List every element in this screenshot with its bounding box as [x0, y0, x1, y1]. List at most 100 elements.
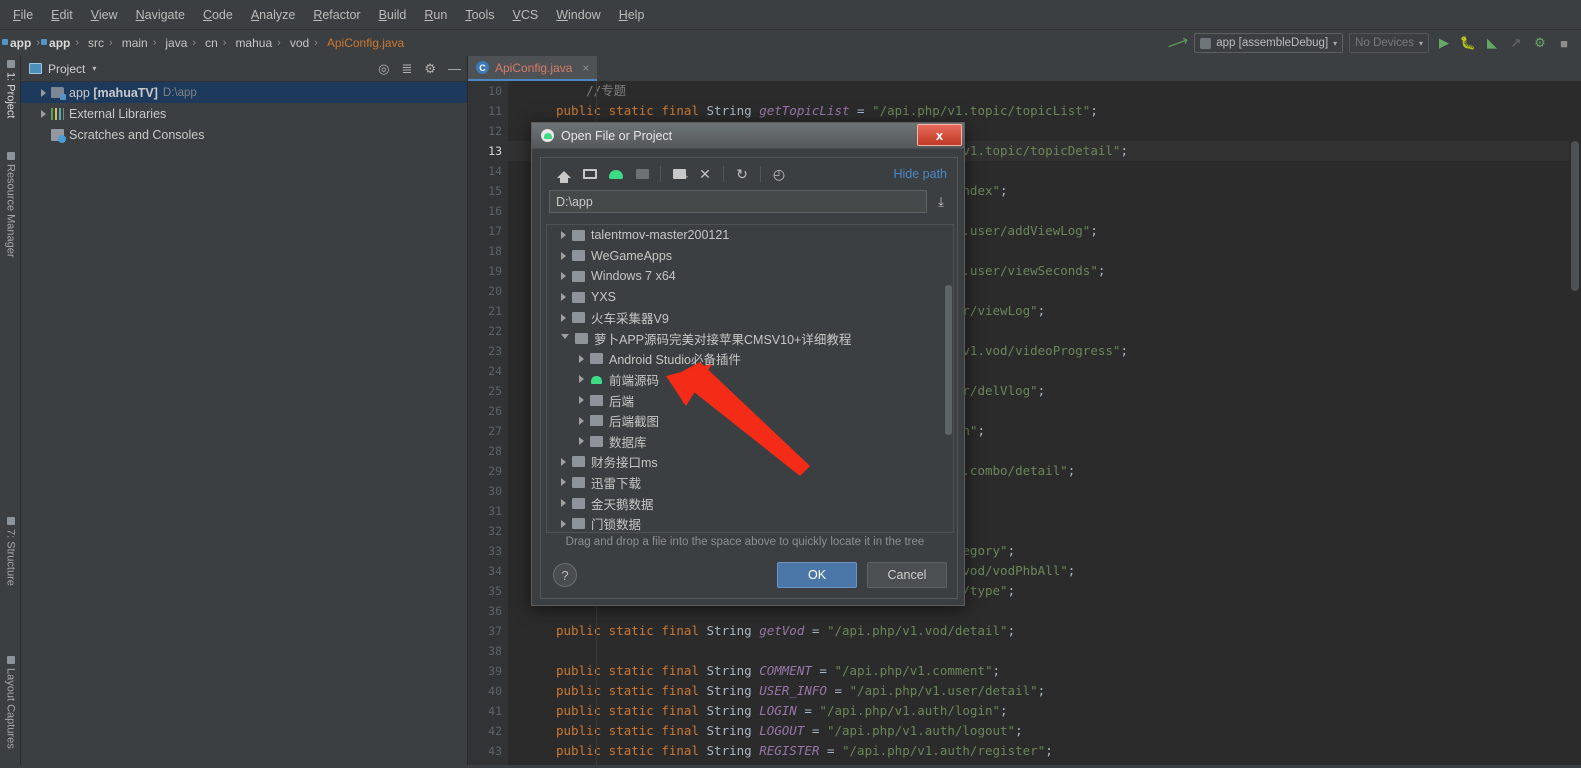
breadcrumb-item-java[interactable]: java	[161, 36, 187, 50]
code-line[interactable]	[508, 641, 1581, 661]
menu-item-run[interactable]: Run	[415, 5, 456, 25]
file-tree-scrollbar-thumb[interactable]	[945, 285, 952, 435]
editor-scrollbar-thumb[interactable]	[1571, 141, 1579, 291]
menu-item-code[interactable]: Code	[194, 5, 242, 25]
file-tree-row[interactable]: Android Studio必备插件	[547, 349, 953, 370]
delete-icon[interactable]: ✕	[692, 162, 718, 186]
settings-gear-icon[interactable]: ⚙	[424, 61, 436, 77]
collapse-arrow-icon[interactable]	[561, 333, 569, 343]
file-tree-row[interactable]: 后端截图	[547, 410, 953, 431]
expand-arrow-icon[interactable]	[579, 416, 584, 425]
run-icon[interactable]: ▶	[1435, 35, 1453, 51]
attach-debugger-icon[interactable]: ◣	[1483, 35, 1501, 51]
desktop-icon[interactable]	[577, 162, 603, 186]
editor-tab-apiconfig[interactable]: C ApiConfig.java ×	[468, 56, 598, 81]
expand-arrow-icon[interactable]	[579, 354, 584, 363]
hide-icon[interactable]: —	[448, 61, 461, 76]
expand-arrow-icon[interactable]	[561, 457, 566, 466]
expand-arrow-icon[interactable]	[561, 251, 566, 260]
menu-item-analyze[interactable]: Analyze	[242, 5, 304, 25]
expand-arrow-icon[interactable]	[579, 437, 584, 446]
debug-icon[interactable]: 🐛	[1459, 35, 1477, 51]
chevron-down-icon[interactable]: ▾	[92, 64, 96, 73]
locate-icon[interactable]: ◎	[378, 61, 389, 77]
expand-arrow-icon[interactable]	[561, 499, 566, 508]
menu-item-vcs[interactable]: VCS	[504, 5, 548, 25]
file-tree-row[interactable]: 迅雷下载	[547, 472, 953, 493]
code-line[interactable]: //专题	[508, 81, 1581, 101]
run-configuration-selector[interactable]: app [assembleDebug] ▾	[1194, 33, 1344, 53]
file-tree-row[interactable]: 后端	[547, 390, 953, 411]
file-tree-row[interactable]: 财务接口ms	[547, 452, 953, 473]
stripe-tab-resourcemanager[interactable]: Resource Manager	[0, 152, 21, 258]
stripe-tab-project[interactable]: 1: Project	[0, 60, 21, 118]
project-tree-row[interactable]: External Libraries	[21, 103, 467, 124]
code-line[interactable]: public static final String COMMENT = "/a…	[508, 661, 1581, 681]
expand-arrow-icon[interactable]	[41, 109, 46, 118]
expand-arrow-icon[interactable]	[579, 396, 584, 405]
menu-item-build[interactable]: Build	[370, 5, 416, 25]
refresh-icon[interactable]: ↻	[729, 162, 755, 186]
menu-item-view[interactable]: View	[82, 5, 127, 25]
menu-item-window[interactable]: Window	[547, 5, 609, 25]
device-selector[interactable]: No Devices ▾	[1349, 33, 1429, 53]
stop-icon[interactable]: ■	[1555, 36, 1573, 51]
dialog-title-bar[interactable]: Open File or Project x	[532, 123, 964, 149]
breadcrumb-item-app[interactable]: app	[45, 36, 70, 50]
menu-item-file[interactable]: File	[4, 5, 42, 25]
code-line[interactable]: public static final String getVod = "/ap…	[508, 621, 1581, 641]
file-tree-row[interactable]: 门锁数据	[547, 513, 953, 532]
expand-arrow-icon[interactable]	[561, 519, 566, 528]
breadcrumb-item-mahua[interactable]: mahua	[231, 36, 272, 50]
cancel-button[interactable]: Cancel	[867, 562, 947, 588]
android-project-icon[interactable]	[603, 162, 629, 186]
file-tree-row[interactable]: YXS	[547, 287, 953, 308]
code-line[interactable]: public static final String USER_INFO = "…	[508, 681, 1581, 701]
menu-item-tools[interactable]: Tools	[456, 5, 503, 25]
expand-arrow-icon[interactable]	[41, 88, 46, 97]
apply-changes-icon[interactable]: ⚙	[1531, 35, 1549, 51]
stripe-tab-structure[interactable]: 7: Structure	[0, 517, 21, 586]
menu-item-refactor[interactable]: Refactor	[304, 5, 369, 25]
expand-arrow-icon[interactable]	[579, 375, 584, 384]
expand-path-icon[interactable]: ⤓	[933, 194, 949, 210]
code-line[interactable]: public static final String REGISTER = "/…	[508, 741, 1581, 761]
expand-arrow-icon[interactable]	[561, 313, 566, 322]
expand-arrow-icon[interactable]	[561, 293, 566, 302]
expand-arrow-icon[interactable]	[561, 272, 566, 281]
file-tree-row[interactable]: 萝卜APP源码完美对接苹果CMSV10+详细教程	[547, 328, 953, 349]
menu-item-navigate[interactable]: Navigate	[127, 5, 194, 25]
breadcrumb-item-main[interactable]: main	[118, 36, 148, 50]
stripe-tab-layoutcaptures[interactable]: Layout Captures	[0, 656, 21, 749]
menu-item-help[interactable]: Help	[610, 5, 654, 25]
expand-arrow-icon[interactable]	[561, 478, 566, 487]
file-tree-row[interactable]: 数据库	[547, 431, 953, 452]
code-line[interactable]: public static final String getTopicList …	[508, 101, 1581, 121]
expand-arrow-icon[interactable]	[561, 231, 566, 240]
menu-item-edit[interactable]: Edit	[42, 5, 82, 25]
close-icon[interactable]: x	[917, 124, 962, 146]
profile-icon[interactable]: ↗	[1507, 35, 1525, 51]
breadcrumb-item-app[interactable]: app	[6, 36, 31, 50]
home-icon[interactable]	[551, 162, 577, 186]
breadcrumb-item-vod[interactable]: vod	[286, 36, 309, 50]
editor-scrollbar[interactable]	[1569, 81, 1581, 768]
breadcrumb-item-src[interactable]: src	[84, 36, 104, 50]
ok-button[interactable]: OK	[777, 562, 857, 588]
file-tree-row[interactable]: 火车采集器V9	[547, 307, 953, 328]
collapse-all-icon[interactable]: ≣	[401, 61, 412, 77]
path-input[interactable]: D:\app	[549, 190, 927, 213]
new-folder-icon[interactable]: +	[666, 162, 692, 186]
code-line[interactable]: public static final String LOGIN = "/api…	[508, 701, 1581, 721]
build-hammer-icon[interactable]: ⟶	[1164, 31, 1191, 55]
file-tree-row[interactable]: 金天鹅数据	[547, 493, 953, 514]
file-tree[interactable]: talentmov-master200121 WeGameApps Windows …	[546, 224, 954, 533]
project-tree-row[interactable]: Scratches and Consoles	[21, 124, 467, 145]
file-tree-row[interactable]: WeGameApps	[547, 246, 953, 267]
breadcrumb-item-apiconfig-java[interactable]: ApiConfig.java	[323, 36, 404, 50]
close-icon[interactable]: ×	[582, 61, 589, 75]
breadcrumb-item-cn[interactable]: cn	[201, 36, 218, 50]
file-tree-row[interactable]: Windows 7 x64	[547, 266, 953, 287]
show-hidden-files-icon[interactable]: ◴	[766, 162, 792, 186]
file-tree-row[interactable]: talentmov-master200121	[547, 225, 953, 246]
